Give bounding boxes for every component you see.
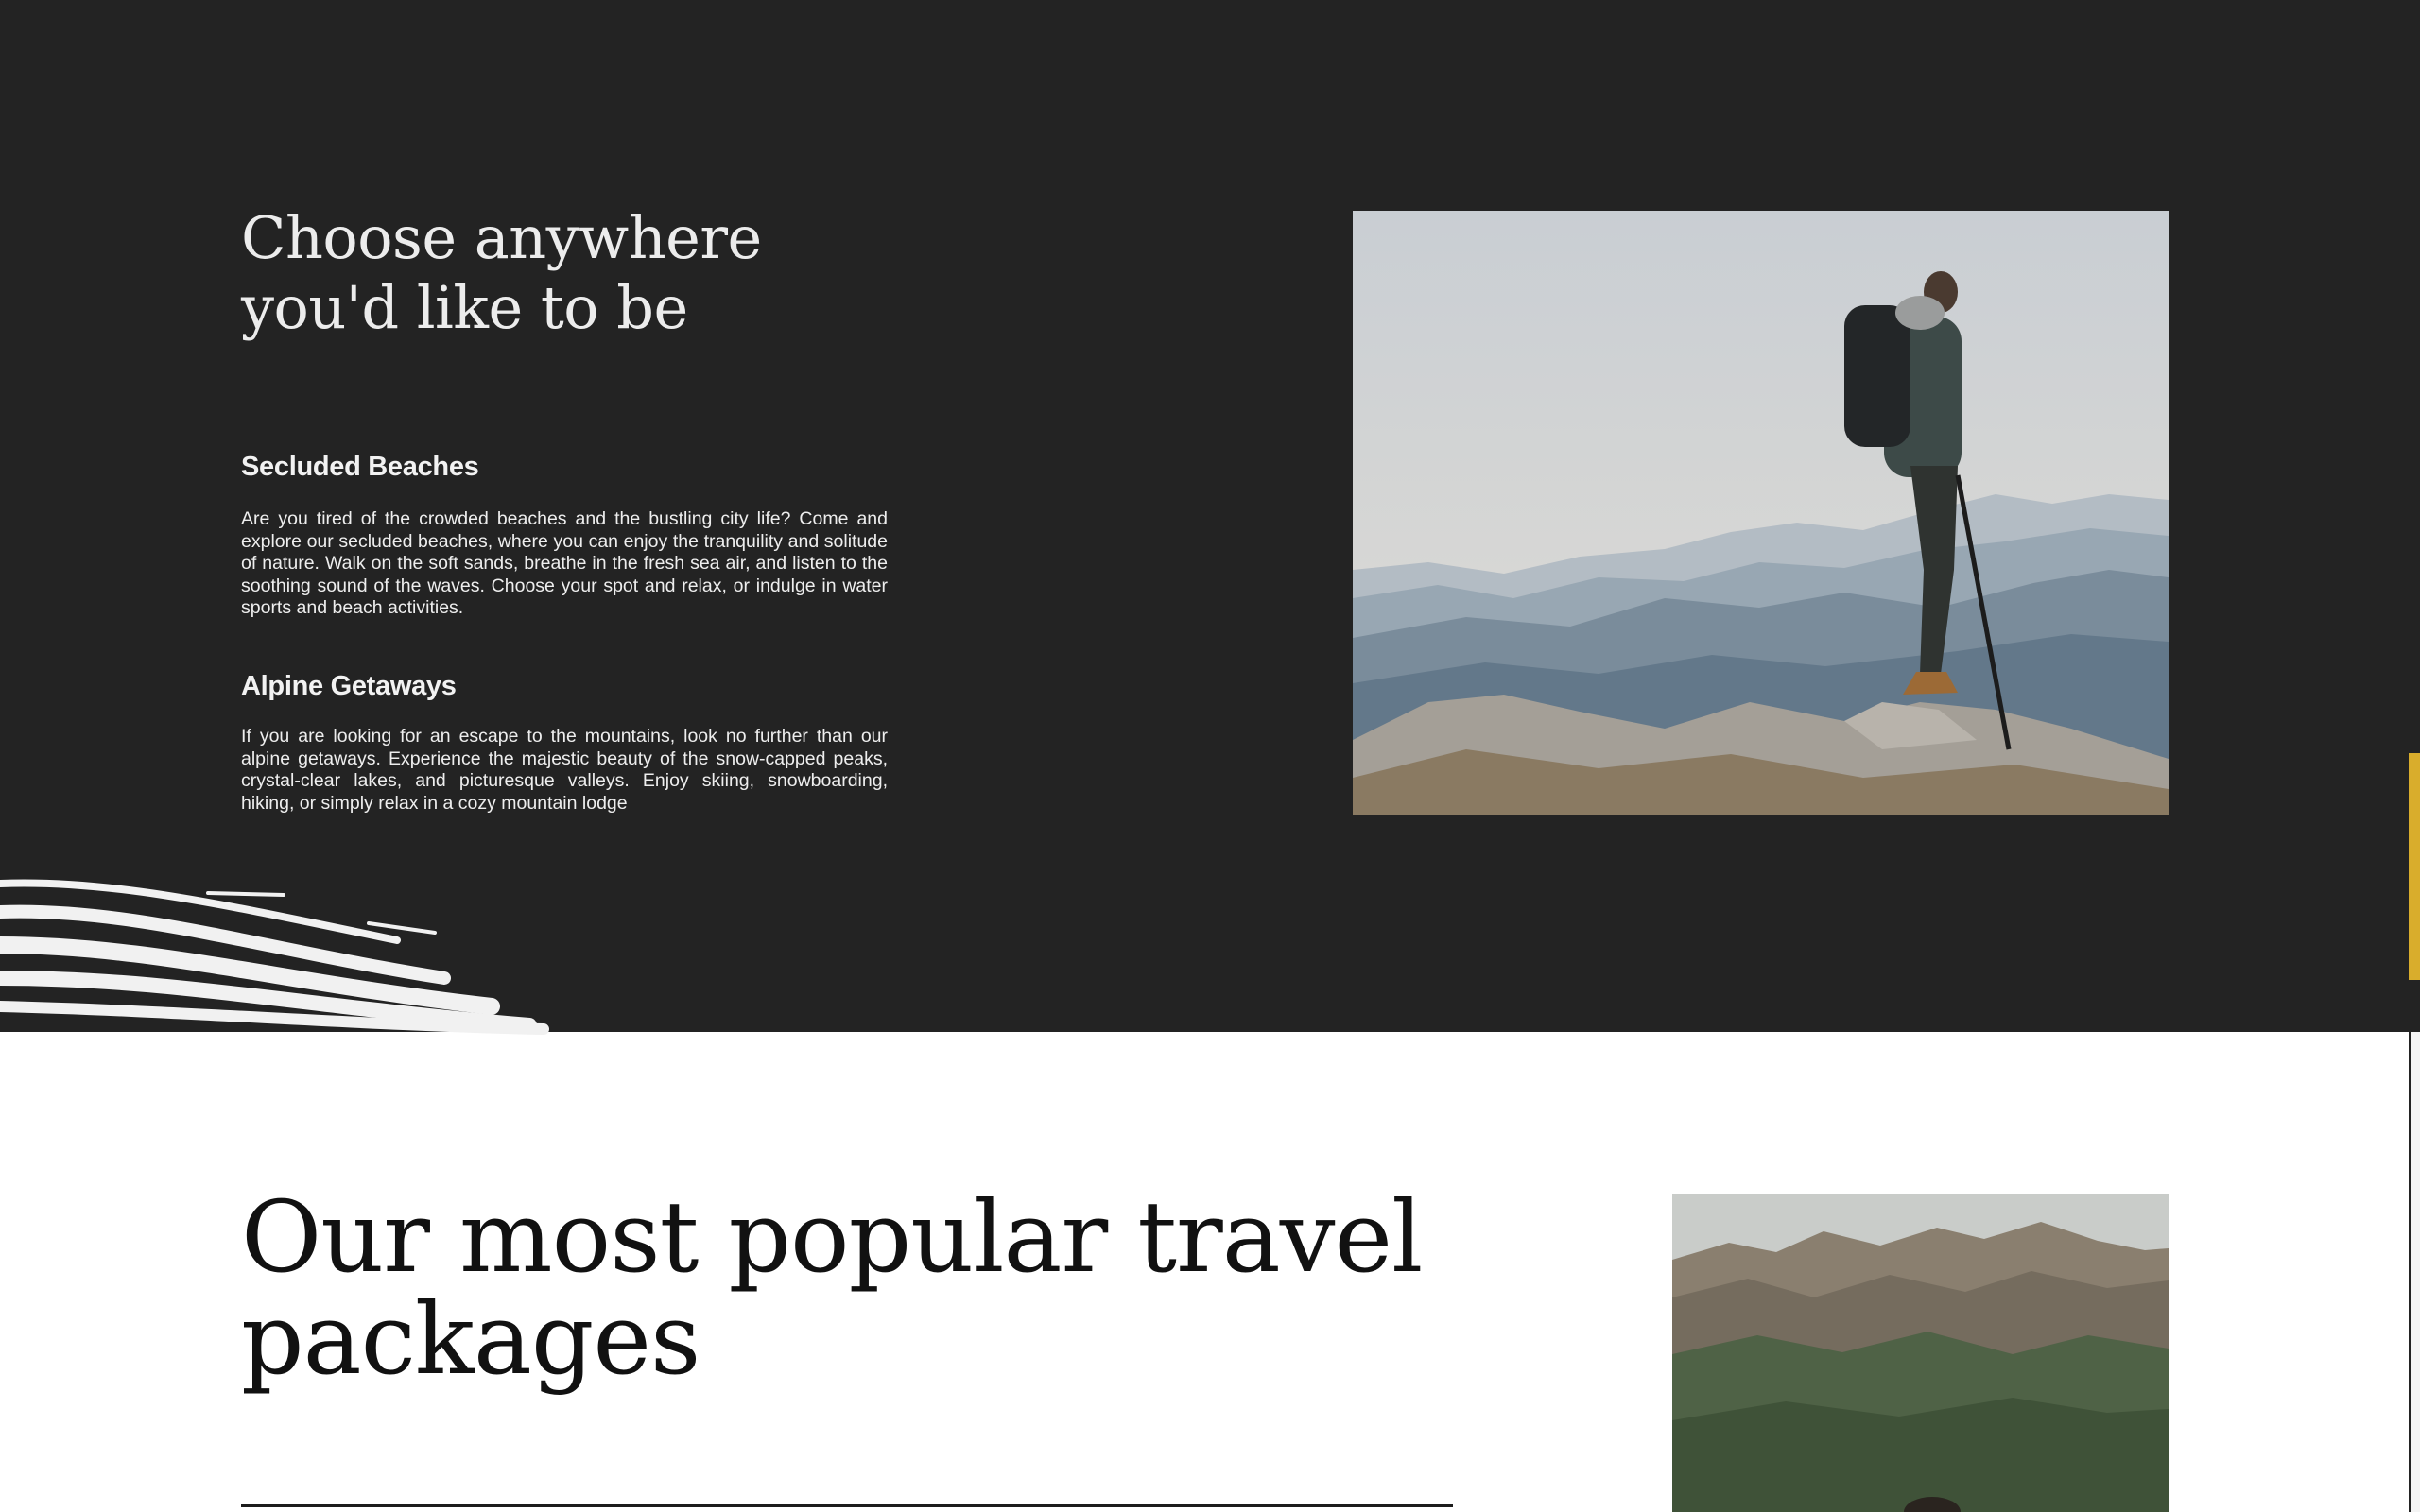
feature-text-alpine: If you are looking for an escape to the … <box>241 726 888 814</box>
hiker-photo <box>1353 211 2169 815</box>
feature-heading-beaches: Secluded Beaches <box>241 452 479 482</box>
brush-stroke-decoration <box>0 879 549 1035</box>
packages-title: Our most popular travel packages <box>241 1179 1423 1397</box>
intro-title: Choose anywhere you'd like to be <box>241 203 762 342</box>
feature-text-beaches: Are you tired of the crowded beaches and… <box>241 508 888 618</box>
scrollbar-track[interactable] <box>2409 1032 2420 1512</box>
section-divider <box>241 1504 1453 1507</box>
feature-heading-alpine: Alpine Getaways <box>241 671 457 701</box>
scrollbar-thumb[interactable] <box>2409 753 2420 980</box>
mountain-photo <box>1672 1194 2169 1512</box>
